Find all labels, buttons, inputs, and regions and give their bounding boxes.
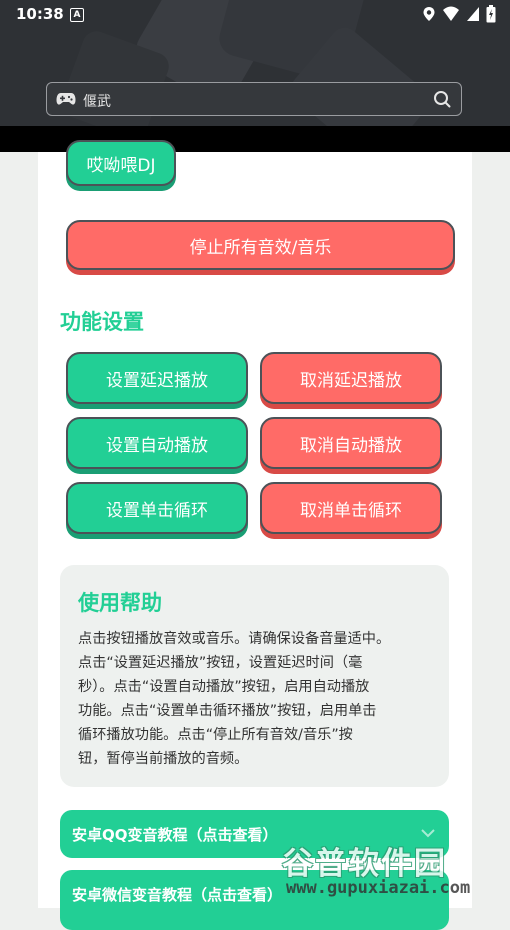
help-title: 使用帮助 — [78, 591, 162, 615]
gamepad-icon — [56, 93, 76, 105]
signal-icon — [467, 7, 479, 21]
help-line: 点击“设置延迟播放”按钮，设置延迟时间（毫 — [78, 655, 363, 671]
help-line: 钮，暂停当前播放的音频。 — [78, 751, 249, 767]
status-bar: 10:38 A — [0, 0, 510, 30]
settings-title: 功能设置 — [60, 310, 144, 334]
search-input[interactable]: 偃武 — [46, 82, 462, 116]
watermark-name: 谷普软件园 — [282, 846, 447, 882]
set-auto-button[interactable]: 设置自动播放 — [66, 417, 248, 469]
help-line: 秒）。点击“设置自动播放”按钮，启用自动播放 — [78, 679, 370, 695]
watermark-url: www.gupuxiazai.com — [286, 878, 471, 898]
content-card: 哎呦喂DJ 停止所有音效/音乐 功能设置 设置延迟播放 取消延迟播放 设置自动播… — [38, 140, 472, 930]
gps-icon — [423, 7, 435, 21]
watermark-logo: 谷普软件园 www.gupuxiazai.com — [282, 838, 504, 904]
app-header: 10:38 A 偃武 — [0, 0, 510, 126]
help-line: 循环播放功能。点击“停止所有音效/音乐”按 — [78, 727, 353, 743]
set-delay-button[interactable]: 设置延迟播放 — [66, 352, 248, 404]
status-icons — [422, 5, 496, 23]
tutorial-label: 安卓QQ变音教程（点击查看） — [72, 826, 278, 844]
battery-icon — [486, 5, 496, 23]
set-loop-button[interactable]: 设置单击循环 — [66, 482, 248, 534]
help-line: 功能。点击“设置单击循环播放”按钮，启用单击 — [78, 703, 377, 719]
status-time: 10:38 — [16, 5, 64, 23]
search-text: 偃武 — [83, 94, 111, 110]
cancel-delay-button[interactable]: 取消延迟播放 — [260, 352, 442, 404]
tutorial-label: 安卓微信变音教程（点击查看） — [72, 886, 283, 904]
stop-all-button[interactable]: 停止所有音效/音乐 — [66, 220, 455, 270]
wifi-icon — [443, 6, 459, 21]
help-line: 点击按钮播放音效或音乐。请确保设备音量适中。 — [78, 631, 391, 647]
notification-icon: A — [70, 8, 84, 22]
help-panel: 使用帮助 点击按钮播放音效或音乐。请确保设备音量适中。 点击“设置延迟播放”按钮… — [60, 565, 449, 787]
sound-button-aiyouwei-dj[interactable]: 哎呦喂DJ — [66, 140, 176, 186]
cancel-loop-button[interactable]: 取消单击循环 — [260, 482, 442, 534]
help-text: 点击按钮播放音效或音乐。请确保设备音量适中。 点击“设置延迟播放”按钮，设置延迟… — [78, 627, 434, 771]
cancel-auto-button[interactable]: 取消自动播放 — [260, 417, 442, 469]
search-icon[interactable] — [433, 90, 451, 108]
